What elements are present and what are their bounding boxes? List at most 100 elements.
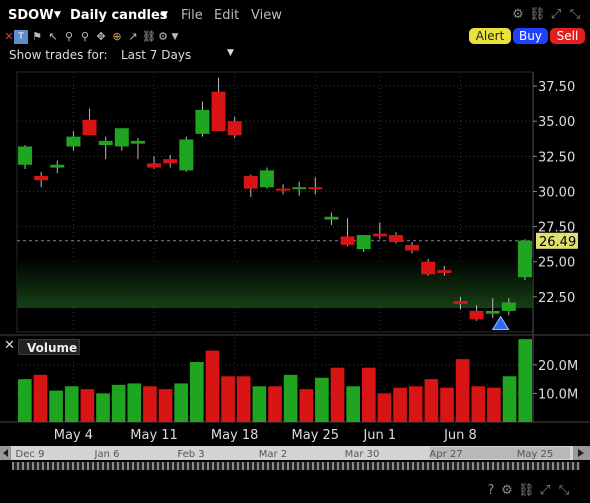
volume-bar (518, 339, 532, 422)
volume-bar (502, 376, 517, 422)
volume-bar (221, 376, 235, 422)
help-icon[interactable]: ? (484, 484, 498, 498)
volume-bar (393, 387, 407, 422)
navigator-date-label: Apr 27 (429, 449, 462, 460)
volume-bar (64, 386, 79, 422)
navigator-scroll-handle[interactable] (12, 462, 580, 470)
candle-body (130, 140, 145, 144)
volume-bar (283, 374, 298, 422)
candle-body (501, 302, 516, 311)
volume-bar (158, 389, 173, 422)
footer-detach-icon[interactable]: ⤢ (538, 484, 552, 498)
volume-bar (96, 393, 110, 422)
candle-body (276, 188, 291, 191)
candle-body (163, 159, 178, 164)
volume-tick-label: 20.0M (538, 359, 578, 374)
candle-body (469, 310, 484, 320)
volume-bar (174, 383, 188, 422)
price-glow-band (17, 257, 533, 308)
volume-bar (18, 379, 32, 422)
candle-body (98, 140, 113, 146)
volume-bar (205, 350, 220, 422)
trade-marker-icon[interactable] (491, 315, 510, 331)
footer-gear-icon[interactable]: ⚙ (500, 484, 514, 498)
volume-tick-label: 10.0M (538, 387, 578, 402)
volume-bar (362, 367, 376, 422)
candle-body (292, 187, 307, 190)
candle-body (50, 164, 65, 168)
volume-panel-title: Volume (18, 339, 80, 355)
candle-body (195, 109, 210, 134)
candle-body (34, 176, 49, 181)
price-tick-label: 22.50 (538, 291, 575, 306)
candle-body (388, 235, 403, 243)
candle-body (517, 240, 532, 278)
date-tick-label: Jun 8 (443, 428, 477, 443)
price-tick-label: 25.00 (538, 256, 575, 271)
volume-close-icon[interactable]: ✕ (4, 338, 15, 353)
volume-bar (408, 386, 423, 422)
volume-bar (127, 383, 142, 422)
footer-expand-icon[interactable]: ⤡ (557, 484, 571, 498)
volume-bar (236, 376, 251, 422)
volume-bar (143, 386, 157, 422)
volume-bar (299, 389, 314, 422)
volume-bar (377, 393, 392, 422)
date-tick-label: Jun 1 (362, 428, 396, 443)
candle-body (243, 176, 258, 189)
date-tick-label: May 4 (54, 428, 93, 443)
candle-body (82, 119, 97, 136)
volume-bar (424, 379, 439, 422)
volume-bar (111, 384, 126, 422)
price-tick-label: 37.50 (538, 80, 575, 95)
volume-bar (252, 386, 267, 422)
volume-bar (33, 374, 48, 422)
date-tick-label: May 25 (292, 428, 340, 443)
navigator-date-label: Mar 30 (345, 449, 380, 460)
candle-body (179, 139, 194, 171)
navigator-date-label: Mar 2 (259, 449, 287, 460)
candle-body (453, 301, 468, 304)
navigator-date-label: Feb 3 (177, 449, 204, 460)
date-tick-label: May 11 (130, 428, 178, 443)
candle-body (147, 163, 162, 168)
footer-link-icon[interactable]: ⛓ (518, 484, 535, 498)
candle-body (324, 216, 339, 220)
price-tick-label: 35.00 (538, 115, 575, 130)
candle-body (114, 128, 129, 147)
volume-bar (268, 386, 282, 422)
candle-body (340, 236, 355, 245)
candle-body (437, 270, 452, 273)
time-navigator[interactable]: Dec 9 Jan 6 Feb 3 Mar 2 Mar 30 Apr 27 May 25 (0, 446, 590, 460)
navigator-date-label: Jan 6 (94, 449, 120, 460)
price-chart[interactable]: 37.5035.0032.5030.0027.5025.0022.50May 4… (0, 0, 590, 503)
volume-bar (315, 377, 329, 422)
candle-body (259, 170, 274, 188)
candle-body (405, 244, 420, 251)
candle-body (211, 91, 226, 132)
date-tick-label: May 18 (211, 428, 259, 443)
last-price-label: 26.49 (539, 235, 576, 250)
candle-body (18, 146, 33, 165)
volume-bar (487, 387, 501, 422)
volume-bar (190, 362, 204, 422)
candle-body (421, 261, 436, 275)
navigator-date-label: Dec 9 (16, 449, 45, 460)
volume-bar (346, 386, 360, 422)
volume-bar (49, 390, 63, 422)
price-tick-label: 30.00 (538, 185, 575, 200)
price-tick-label: 32.50 (538, 150, 575, 165)
volume-bar (455, 359, 470, 422)
footer-bar: ? ⚙ ⛓ ⤢ ⤡ (0, 478, 590, 503)
candle-body (356, 235, 371, 250)
navigator-svg: Dec 9 Jan 6 Feb 3 Mar 2 Mar 30 Apr 27 May 25 (0, 446, 590, 460)
volume-bars-layer (18, 339, 532, 422)
volume-bar (80, 389, 95, 422)
volume-bar (440, 387, 454, 422)
volume-bar (471, 386, 486, 422)
candle-body (66, 136, 81, 147)
candle-body (372, 233, 387, 237)
volume-bar (330, 367, 345, 422)
navigator-date-label: May 25 (517, 449, 554, 460)
candle-body (308, 187, 323, 190)
